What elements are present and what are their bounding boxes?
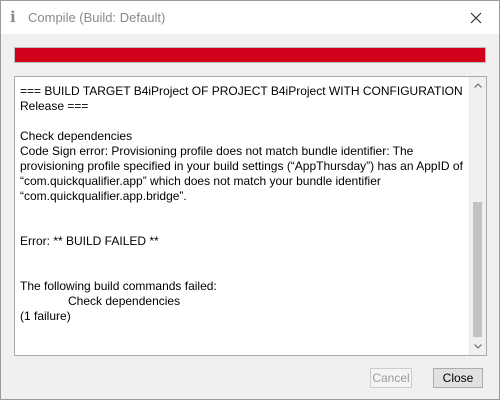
log-line: Check dependencies (20, 129, 133, 143)
build-log-text: === BUILD TARGET B4iProject OF PROJECT B… (20, 84, 466, 324)
log-line: “com.quickqualifier.app” which does not … (20, 174, 381, 188)
vertical-scrollbar[interactable] (469, 77, 486, 355)
close-icon (470, 12, 482, 23)
scroll-up-button[interactable] (470, 77, 486, 94)
log-line: Error: ** BUILD FAILED ** (20, 234, 159, 248)
title-bar: i Compile (Build: Default) (1, 1, 499, 34)
window-title: Compile (Build: Default) (28, 10, 166, 25)
log-line: (1 failure) (20, 309, 71, 323)
log-line: The following build commands failed: (20, 279, 217, 293)
log-line: “com.quickqualifier.app.bridge”. (20, 189, 187, 203)
info-icon: i (10, 8, 16, 26)
log-line: provisioning profile specified in your b… (20, 159, 463, 173)
log-line: Check dependencies (68, 294, 181, 308)
window-close-button[interactable] (453, 1, 499, 34)
cancel-button[interactable]: Cancel (370, 368, 412, 388)
chevron-up-icon (474, 83, 482, 88)
scroll-down-button[interactable] (470, 338, 486, 355)
compile-dialog: i Compile (Build: Default) === BUILD TAR… (0, 0, 500, 400)
build-log-panel[interactable]: === BUILD TARGET B4iProject OF PROJECT B… (14, 76, 487, 356)
log-line: === BUILD TARGET B4iProject OF PROJECT B… (20, 84, 463, 98)
build-progress-bar (14, 47, 486, 63)
progress-fill (15, 48, 485, 62)
scroll-thumb[interactable] (473, 202, 482, 337)
log-line: Release === (20, 99, 89, 113)
close-button[interactable]: Close (433, 368, 483, 388)
chevron-down-icon (474, 344, 482, 349)
log-line: Code Sign error: Provisioning profile do… (20, 144, 414, 158)
